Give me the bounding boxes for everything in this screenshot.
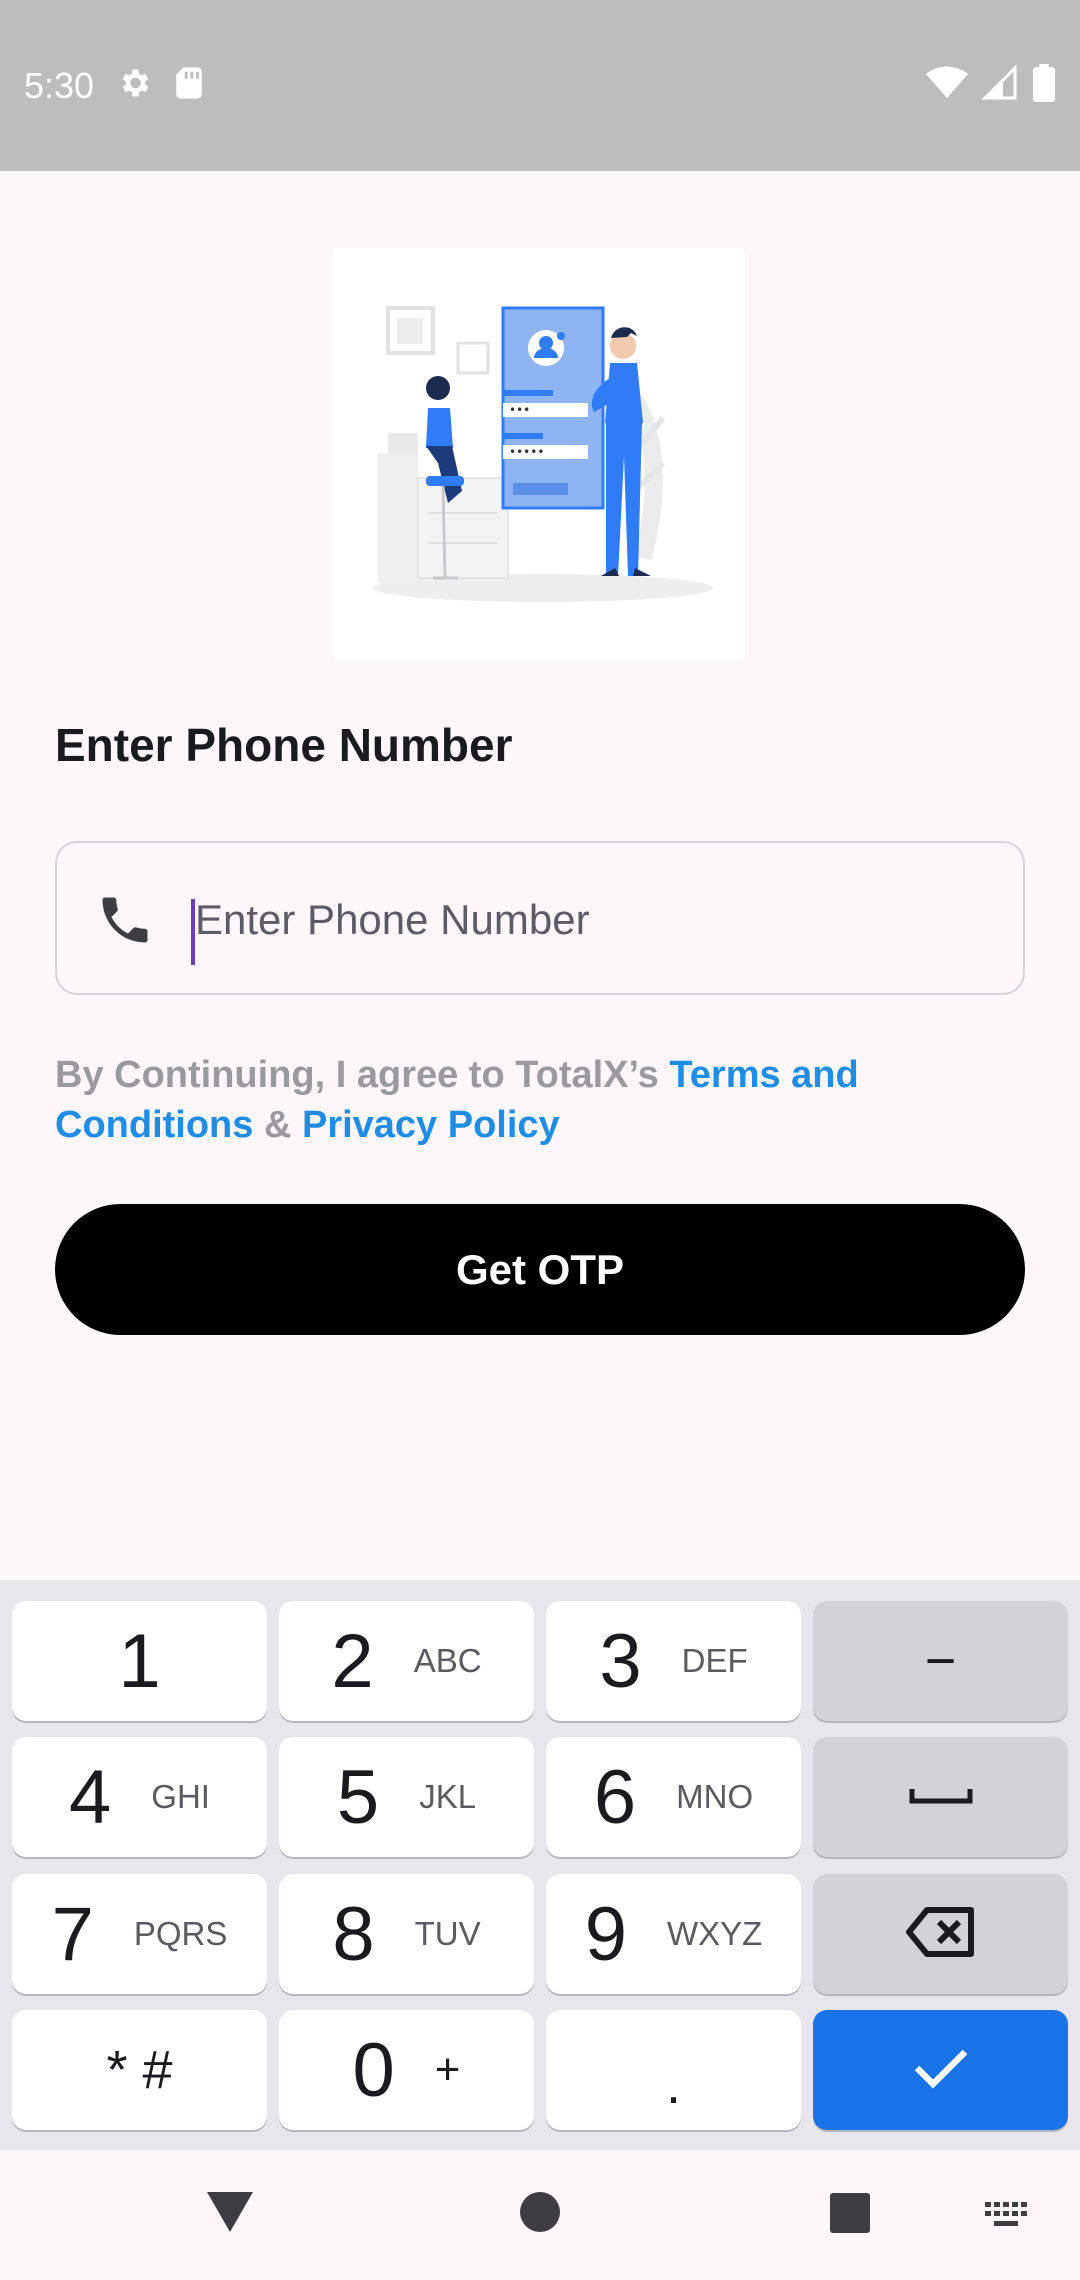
minus-symbol: − [924, 1631, 957, 1691]
key-letters: JKL [419, 1778, 477, 1815]
star-hash-key[interactable]: * # [12, 2010, 267, 2130]
key-4[interactable]: 4 GHI [12, 1737, 267, 1857]
signal-icon [981, 64, 1018, 106]
key-digit: 2 [331, 1618, 374, 1704]
status-time: 5:30 [24, 64, 95, 106]
terms-text: By Continuing, I agree to TotalX’s Terms… [55, 1050, 1015, 1150]
phone-number-field[interactable] [55, 841, 1025, 995]
key-3[interactable]: 3 DEF [546, 1601, 801, 1721]
key-2[interactable]: 2 ABC [279, 1601, 534, 1721]
dot-key[interactable]: . [546, 2010, 801, 2130]
page-title: Enter Phone Number [55, 719, 513, 771]
back-icon[interactable] [205, 2190, 255, 2239]
key-letters: + [434, 2045, 461, 2094]
done-key[interactable] [813, 2010, 1068, 2130]
terms-joiner: & [253, 1104, 302, 1146]
key-digit: 4 [69, 1754, 112, 1840]
space-key[interactable] [813, 1737, 1068, 1857]
minus-key[interactable]: − [813, 1601, 1068, 1721]
backspace-key[interactable] [813, 1874, 1068, 1994]
numeric-keyboard: 1 2 ABC 3 DEF − 4 GHI 5 JKL 6 MNO 7 PQRS… [0, 1580, 1080, 2150]
login-illustration: ••• ••••• [333, 248, 745, 660]
navigation-bar [0, 2150, 1080, 2280]
key-6[interactable]: 6 MNO [546, 1737, 801, 1857]
gear-icon [116, 65, 152, 106]
key-0[interactable]: 0 + [279, 2010, 534, 2130]
key-letters: MNO [676, 1778, 754, 1815]
status-right [926, 64, 1056, 107]
key-1[interactable]: 1 [12, 1601, 267, 1721]
svg-text:•••: ••• [509, 403, 530, 417]
key-digit: 9 [584, 1891, 627, 1977]
key-7[interactable]: 7 PQRS [12, 1874, 267, 1994]
star-hash-symbol: * # [106, 2040, 173, 2100]
key-letters: DEF [681, 1642, 748, 1679]
home-icon[interactable] [519, 2191, 561, 2238]
wifi-icon [926, 65, 968, 106]
svg-text:•••••: ••••• [509, 445, 544, 459]
recents-icon[interactable] [829, 2192, 871, 2239]
sd-card-icon [174, 66, 204, 105]
key-digit: 7 [51, 1891, 94, 1977]
status-left: 5:30 [24, 65, 204, 107]
key-8[interactable]: 8 TUV [279, 1874, 534, 1994]
key-5[interactable]: 5 JKL [279, 1737, 534, 1857]
status-bar: 5:30 [0, 0, 1080, 171]
key-letters: WXYZ [666, 1915, 763, 1952]
key-digit: 0 [352, 2027, 395, 2113]
key-9[interactable]: 9 WXYZ [546, 1874, 801, 1994]
key-digit: 1 [118, 1618, 161, 1704]
battery-icon [1032, 64, 1056, 107]
key-letters: PQRS [133, 1915, 228, 1952]
checkmark-icon [913, 2046, 969, 2095]
key-letters: TUV [414, 1915, 481, 1952]
key-digit: 8 [332, 1891, 375, 1977]
keyboard-switch-icon[interactable] [985, 2202, 1029, 2235]
phone-icon [95, 890, 155, 950]
key-letters: GHI [151, 1778, 210, 1815]
privacy-policy-link[interactable]: Privacy Policy [302, 1104, 560, 1146]
backspace-icon [905, 1906, 977, 1963]
space-icon [909, 1783, 973, 1812]
key-digit: 3 [599, 1618, 642, 1704]
dot-symbol: . [665, 2055, 681, 2115]
phone-number-input[interactable] [195, 883, 975, 957]
key-digit: 6 [593, 1754, 637, 1840]
terms-prefix: By Continuing, I agree to TotalX’s [55, 1054, 670, 1096]
key-letters: ABC [413, 1642, 482, 1679]
get-otp-button[interactable]: Get OTP [55, 1204, 1025, 1335]
key-digit: 5 [336, 1754, 380, 1840]
screen: 5:30 ••• ••••• Enter Phone Number Enter … [0, 0, 1080, 2280]
